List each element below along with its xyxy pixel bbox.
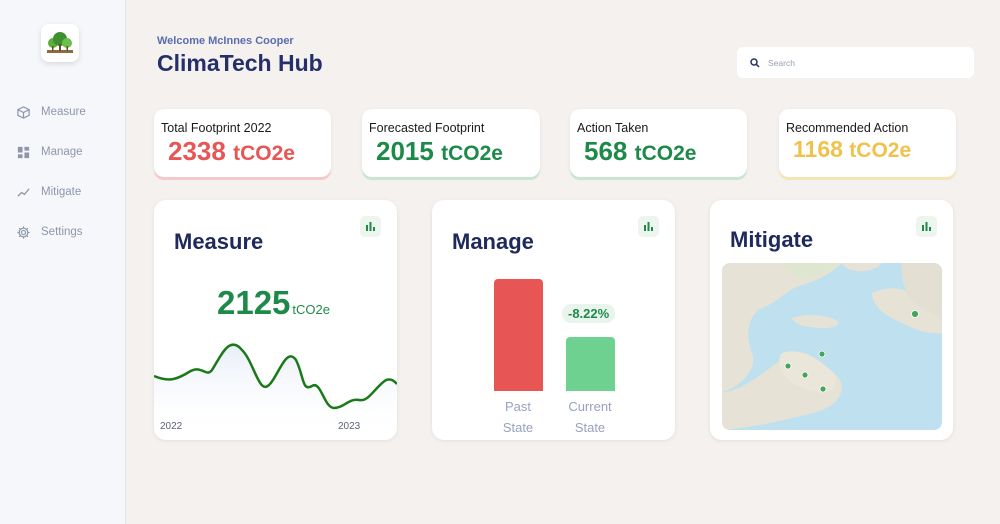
sidebar-item-mitigate[interactable]: Mitigate	[16, 181, 81, 203]
stat-card-total-footprint: Total Footprint 2022 2338 tCO2e	[154, 109, 331, 177]
page-title: ClimaTech Hub	[157, 50, 323, 76]
year-end-label: 2023	[338, 421, 361, 432]
search-input[interactable]	[768, 57, 958, 68]
change-badge: -8.22%	[562, 304, 616, 323]
sidebar-item-measure[interactable]: Measure	[16, 101, 86, 123]
stat-value: 1168 tCO2e	[793, 136, 912, 162]
stat-card-recommended-action: Recommended Action 1168 tCO2e	[779, 109, 956, 177]
box-icon	[17, 105, 30, 119]
manage-panel[interactable]: Manage -8.22% Past State Current State	[432, 200, 675, 440]
stat-card-action-taken: Action Taken 568 tCO2e	[570, 109, 747, 177]
sidebar-item-label: Measure	[41, 106, 86, 118]
panel-title: Manage	[452, 229, 534, 254]
stat-label: Recommended Action	[786, 121, 909, 135]
chart-toggle-button[interactable]	[638, 216, 659, 237]
past-state-label: Past State	[502, 399, 534, 435]
sidebar-item-label: Manage	[41, 146, 83, 158]
chart-toggle-button[interactable]	[916, 216, 937, 237]
tree-logo[interactable]	[41, 24, 79, 62]
panel-title: Measure	[174, 229, 264, 254]
stat-card-forecasted-footprint: Forecasted Footprint 2015 tCO2e	[362, 109, 540, 177]
sidebar-item-settings[interactable]: Settings	[16, 221, 83, 243]
year-start-label: 2022	[160, 421, 183, 432]
stat-label: Total Footprint 2022	[161, 121, 272, 135]
bar-chart-icon	[922, 222, 931, 231]
search-icon	[750, 57, 760, 68]
mitigate-panel[interactable]: Mitigate	[710, 200, 953, 440]
panel-title: Mitigate	[730, 227, 814, 252]
stat-label: Action Taken	[577, 121, 649, 135]
bar-chart-icon	[644, 222, 653, 231]
sidebar: Measure Manage Mitigate Settings	[0, 0, 126, 524]
sidebar-item-label: Settings	[41, 226, 83, 238]
measure-panel[interactable]: Measure 2125 tCO2e 2022 2023	[154, 200, 397, 440]
stat-value: 2338 tCO2e	[168, 136, 295, 166]
current-state-label: Current State	[568, 399, 612, 435]
stat-value: 568 tCO2e	[584, 136, 697, 166]
chart-toggle-button[interactable]	[360, 216, 381, 237]
stat-label: Forecasted Footprint	[369, 121, 485, 135]
search-bar[interactable]	[737, 47, 974, 78]
region-map[interactable]	[722, 263, 942, 430]
welcome-text: Welcome McInnes Cooper	[157, 35, 294, 47]
dashboard-icon	[17, 146, 30, 158]
gear-icon	[17, 225, 30, 239]
sidebar-item-label: Mitigate	[41, 186, 82, 198]
bar-chart-icon	[366, 222, 375, 231]
measure-value: 2125 tCO2e	[217, 284, 330, 321]
stat-value: 2015 tCO2e	[376, 136, 503, 166]
trend-icon	[17, 187, 30, 197]
current-state-bar	[566, 337, 615, 391]
past-state-bar	[494, 279, 543, 391]
measure-trend-chart	[154, 343, 397, 440]
sidebar-item-manage[interactable]: Manage	[16, 141, 83, 163]
